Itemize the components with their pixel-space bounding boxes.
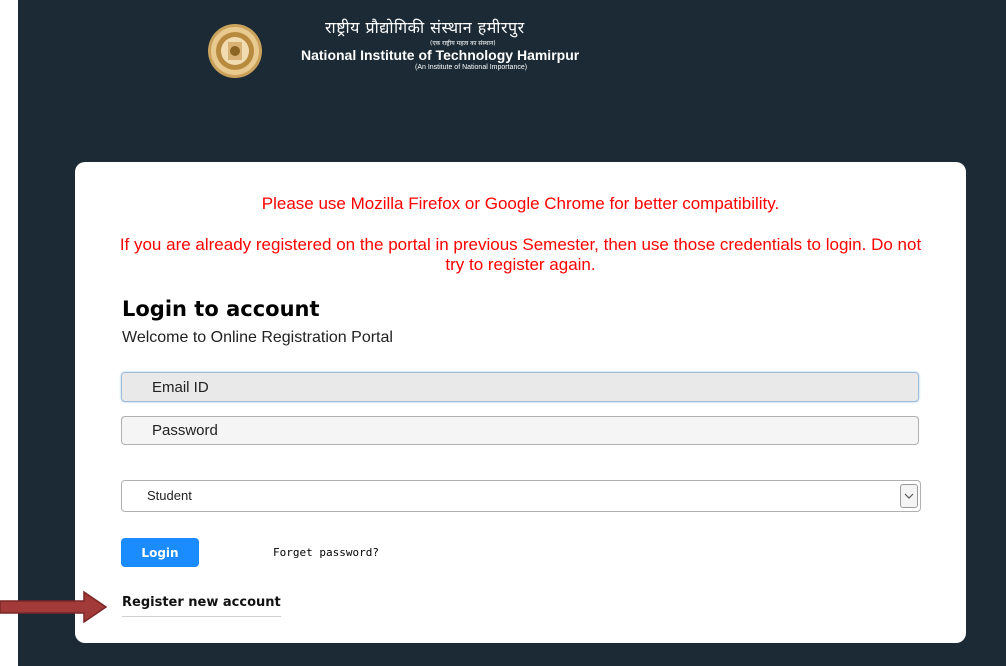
institute-subtitle-english: (An Institute of National Importance): [415, 64, 528, 71]
page: राष्ट्रीय प्रौद्योगिकी संस्थान हमीरपुर (…: [0, 0, 1006, 666]
page-subtitle: Welcome to Online Registration Portal: [122, 329, 393, 346]
institute-header: राष्ट्रीय प्रौद्योगिकी संस्थान हमीरपुर (…: [200, 10, 760, 80]
email-field[interactable]: [121, 372, 919, 402]
chevron-down-icon: [904, 493, 914, 499]
browser-notice: Please use Mozilla Firefox or Google Chr…: [261, 194, 780, 213]
institute-name-english: National Institute of Technology Hamirpu…: [301, 47, 580, 63]
page-title: Login to account: [122, 297, 320, 321]
arrow-right-icon: [0, 590, 108, 624]
login-button[interactable]: Login: [121, 538, 199, 567]
forgot-password-link[interactable]: Forget password?: [273, 546, 379, 559]
password-field[interactable]: [121, 416, 919, 445]
register-account-link[interactable]: Register new account: [122, 595, 281, 617]
institute-subtitle-hindi: (एक राष्ट्रीय महत्व का संस्थान): [430, 40, 496, 47]
registered-notice: If you are already registered on the por…: [119, 235, 922, 274]
role-select-value: Student: [147, 488, 192, 503]
institute-name-hindi: राष्ट्रीय प्रौद्योगिकी संस्थान हमीरपुर: [325, 18, 525, 37]
role-select[interactable]: Student: [121, 480, 921, 512]
institute-emblem-icon: [208, 24, 262, 78]
login-card: Please use Mozilla Firefox or Google Chr…: [75, 162, 966, 643]
dropdown-button[interactable]: [900, 484, 918, 508]
